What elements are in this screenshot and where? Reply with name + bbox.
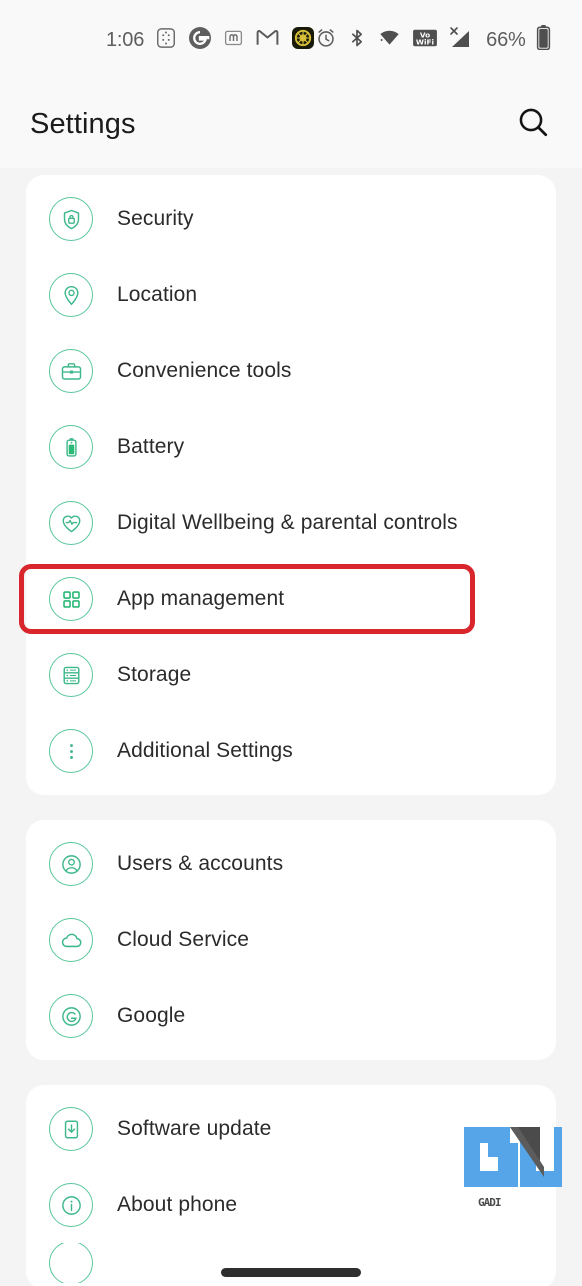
bluetooth-icon	[347, 27, 367, 54]
settings-group-2: Users & accounts Cloud Service Google	[26, 820, 556, 1060]
settings-row-battery[interactable]: Battery	[26, 409, 556, 485]
partial-row-icon	[49, 1243, 93, 1283]
settings-row-label: Convenience tools	[117, 359, 292, 382]
more-vertical-icon	[49, 729, 93, 773]
settings-row-label: About phone	[117, 1193, 238, 1216]
location-pin-icon	[49, 273, 93, 317]
settings-row-label: Location	[117, 283, 198, 306]
user-account-icon	[49, 842, 93, 886]
battery-icon	[536, 25, 551, 55]
google-g-icon	[49, 994, 93, 1038]
app-badge-icon	[291, 26, 315, 55]
settings-row-google[interactable]: Google	[26, 978, 556, 1054]
settings-row-label: Cloud Service	[117, 928, 250, 951]
page-title: Settings	[30, 107, 136, 140]
settings-row-label: App management	[117, 587, 285, 610]
google-g-icon	[188, 26, 212, 55]
mastodon-icon	[223, 27, 244, 53]
settings-row-label: Software update	[117, 1117, 272, 1140]
settings-row-label: Google	[117, 1004, 186, 1027]
keypad-icon	[155, 27, 177, 54]
settings-row-security[interactable]: Security	[26, 181, 556, 257]
battery-percent-label: 66%	[486, 28, 526, 51]
settings-row-storage[interactable]: Storage	[26, 637, 556, 713]
watermark-text: GADI	[478, 1196, 501, 1209]
toolbox-icon	[49, 349, 93, 393]
settings-row-digital-wellbeing[interactable]: Digital Wellbeing & parental controls	[26, 485, 556, 561]
heart-icon	[49, 501, 93, 545]
settings-row-label: Security	[117, 207, 194, 230]
settings-row-convenience-tools[interactable]: Convenience tools	[26, 333, 556, 409]
gmail-icon	[255, 25, 280, 55]
settings-row-label: Digital Wellbeing & parental controls	[117, 511, 458, 534]
grid-apps-icon	[49, 577, 93, 621]
app-header: Settings	[0, 80, 582, 168]
status-bar-right: Vo WiFi 66%	[315, 25, 550, 55]
storage-icon	[49, 653, 93, 697]
settings-row-label: Storage	[117, 663, 192, 686]
shield-lock-icon	[49, 197, 93, 241]
volte-wifi-icon: Vo WiFi	[412, 27, 438, 54]
home-indicator[interactable]	[221, 1268, 361, 1277]
watermark-logo: GADI	[462, 1119, 564, 1211]
wifi-icon	[377, 27, 402, 54]
search-icon	[516, 105, 550, 144]
status-bar-left: 1:06	[106, 25, 315, 55]
settings-row-users-accounts[interactable]: Users & accounts	[26, 826, 556, 902]
settings-row-location[interactable]: Location	[26, 257, 556, 333]
settings-row-label: Battery	[117, 435, 185, 458]
svg-text:WiFi: WiFi	[416, 37, 434, 46]
search-button[interactable]	[510, 101, 556, 147]
settings-row-label: Users & accounts	[117, 852, 284, 875]
status-bar: 1:06 Vo WiFi 66%	[0, 0, 582, 80]
settings-row-app-management[interactable]: App management	[19, 561, 556, 637]
settings-group-1: Security Location Convenience tools Batt…	[19, 175, 556, 795]
phone-screen: 1:06 Vo WiFi 66% Settings Security Locat…	[0, 0, 582, 1286]
info-icon	[49, 1183, 93, 1227]
settings-row-cloud-service[interactable]: Cloud Service	[26, 902, 556, 978]
cloud-icon	[49, 918, 93, 962]
software-update-icon	[49, 1107, 93, 1151]
battery-icon	[49, 425, 93, 469]
alarm-icon	[315, 27, 337, 54]
signal-icon	[448, 26, 472, 55]
settings-row-label: Additional Settings	[117, 739, 293, 762]
status-clock: 1:06	[106, 28, 145, 51]
settings-row-partial[interactable]	[26, 1243, 556, 1283]
settings-row-additional-settings[interactable]: Additional Settings	[26, 713, 556, 789]
